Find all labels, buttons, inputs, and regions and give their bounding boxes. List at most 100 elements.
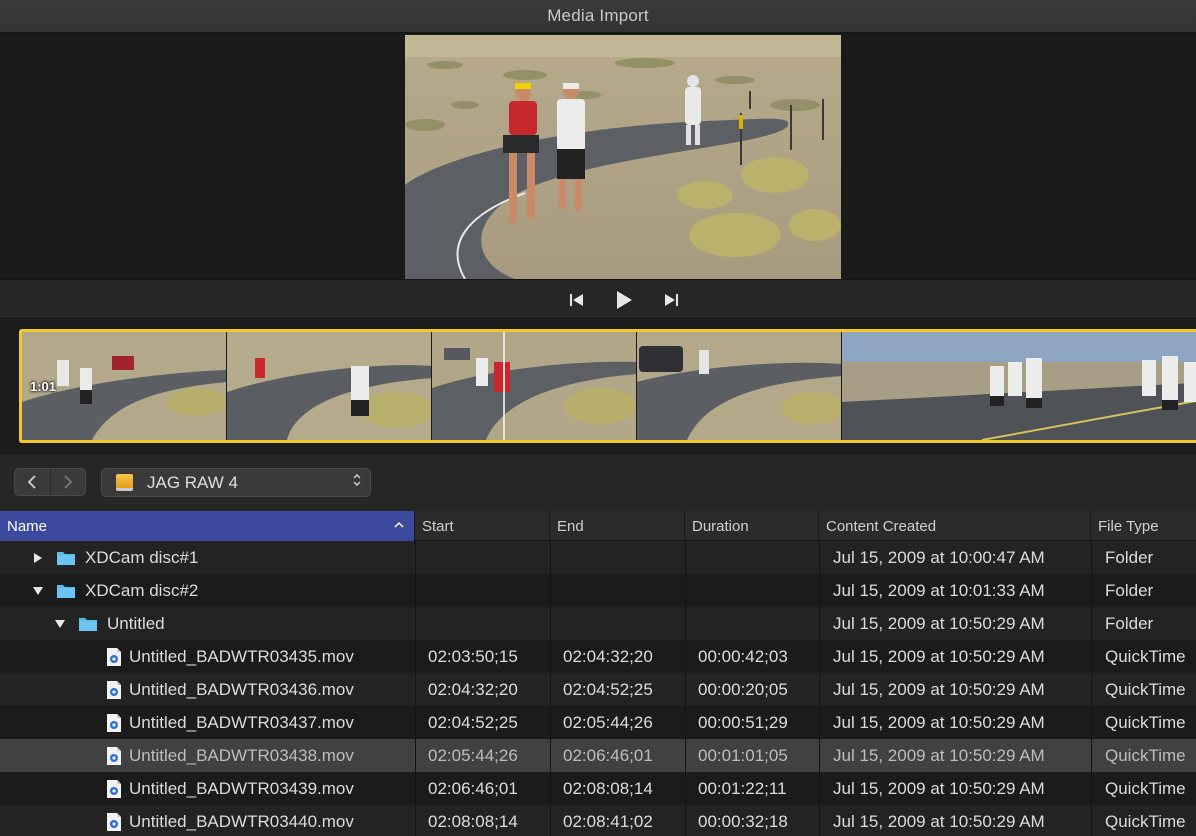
- column-separator: [685, 607, 686, 640]
- file-row[interactable]: Untitled_BADWTR03437.mov 02:04:52;25 02:05…: [0, 706, 1196, 739]
- file-name: Untitled_BADWTR03437.mov: [129, 712, 354, 732]
- quicktime-file-icon: [107, 813, 121, 831]
- column-separator: [415, 739, 416, 772]
- start-timecode: 02:08:08;14: [428, 811, 518, 831]
- column-separator: [1091, 805, 1092, 836]
- column-separator: [1091, 772, 1092, 805]
- table-header: Name Start End Duration Content Created …: [0, 511, 1196, 541]
- end-timecode: 02:04:32;20: [563, 646, 653, 666]
- skip-back-icon: [570, 294, 583, 306]
- filmstrip-playhead[interactable]: [503, 332, 505, 440]
- column-separator: [1091, 739, 1092, 772]
- folder-row[interactable]: Untitled Jul 15, 2009 at 10:50:29 AM Folde…: [0, 607, 1196, 640]
- column-header-start[interactable]: Start: [415, 511, 550, 541]
- column-header-duration[interactable]: Duration: [685, 511, 819, 541]
- column-separator: [819, 739, 820, 772]
- column-separator: [819, 772, 820, 805]
- start-timecode: 02:06:46;01: [428, 778, 518, 798]
- file-row[interactable]: Untitled_BADWTR03435.mov 02:03:50;15 02:04…: [0, 640, 1196, 673]
- column-separator: [550, 805, 551, 836]
- file-type: QuickTime: [1105, 712, 1186, 732]
- column-header-file-type[interactable]: File Type: [1091, 511, 1196, 541]
- file-row[interactable]: Untitled_BADWTR03440.mov 02:08:08;14 02:08…: [0, 805, 1196, 836]
- content-created-date: Jul 15, 2009 at 10:50:29 AM: [833, 811, 1045, 831]
- folder-icon: [79, 618, 97, 631]
- column-separator: [685, 673, 686, 706]
- file-row[interactable]: Untitled_BADWTR03436.mov 02:04:32;20 02:04…: [0, 673, 1196, 706]
- duration-timecode: 00:00:42;03: [698, 646, 788, 666]
- file-name: Untitled_BADWTR03435.mov: [129, 646, 354, 666]
- column-separator: [685, 805, 686, 836]
- filmstrip-frame: 1:01: [22, 332, 227, 440]
- end-timecode: 02:05:44;26: [563, 712, 653, 732]
- disclosure-down-icon[interactable]: [54, 618, 66, 630]
- column-separator: [415, 706, 416, 739]
- sort-ascending-icon: [394, 521, 404, 528]
- column-separator: [685, 706, 686, 739]
- file-name: Untitled_BADWTR03439.mov: [129, 778, 354, 798]
- content-created-date: Jul 15, 2009 at 10:50:29 AM: [833, 646, 1045, 666]
- quicktime-file-icon: [107, 714, 121, 732]
- column-separator: [685, 574, 686, 607]
- filmstrip-frame: [432, 332, 637, 440]
- forward-button[interactable]: [49, 469, 85, 495]
- clip-filmstrip[interactable]: 1:01: [19, 329, 1196, 443]
- column-separator: [819, 673, 820, 706]
- end-timecode: 02:08:41;02: [563, 811, 653, 831]
- play-button[interactable]: [611, 287, 637, 313]
- chevron-right-icon: [64, 475, 73, 489]
- column-separator: [819, 640, 820, 673]
- disclosure-down-icon[interactable]: [32, 585, 44, 597]
- column-separator: [819, 805, 820, 836]
- column-separator: [415, 673, 416, 706]
- folder-row[interactable]: XDCam disc#2 Jul 15, 2009 at 10:01:33 AM F…: [0, 574, 1196, 607]
- column-separator: [550, 607, 551, 640]
- column-separator: [415, 574, 416, 607]
- column-separator: [415, 607, 416, 640]
- column-separator: [1091, 673, 1092, 706]
- folder-row[interactable]: XDCam disc#1 Jul 15, 2009 at 10:00:47 AM F…: [0, 541, 1196, 574]
- skip-back-button[interactable]: [564, 287, 590, 313]
- preview-frame: [405, 35, 841, 279]
- column-separator: [685, 541, 686, 574]
- column-separator: [819, 607, 820, 640]
- column-separator: [415, 772, 416, 805]
- window-title: Media Import: [547, 6, 649, 25]
- file-row[interactable]: Untitled_BADWTR03439.mov 02:06:46;01 02:08…: [0, 772, 1196, 805]
- play-icon: [617, 291, 632, 309]
- start-timecode: 02:04:52;25: [428, 712, 518, 732]
- timecode-label: 1:01: [30, 379, 57, 394]
- content-created-date: Jul 15, 2009 at 10:50:29 AM: [833, 613, 1045, 633]
- column-separator: [415, 541, 416, 574]
- media-file-list: Name Start End Duration Content Created …: [0, 511, 1196, 836]
- file-row[interactable]: Untitled_BADWTR03438.mov 02:05:44;26 02:06…: [0, 739, 1196, 772]
- start-timecode: 02:05:44;26: [428, 745, 518, 765]
- table-body: XDCam disc#1 Jul 15, 2009 at 10:00:47 AM F…: [0, 541, 1196, 836]
- device-popup-menu[interactable]: JAG RAW 4: [101, 468, 371, 497]
- folder-icon: [57, 585, 75, 598]
- disclosure-right-icon[interactable]: [32, 552, 44, 564]
- column-separator: [550, 673, 551, 706]
- start-timecode: 02:03:50;15: [428, 646, 518, 666]
- column-separator: [819, 574, 820, 607]
- skip-forward-icon: [665, 294, 678, 306]
- file-type: QuickTime: [1105, 679, 1186, 699]
- filmstrip-frame: [842, 332, 1196, 440]
- end-timecode: 02:08:08;14: [563, 778, 653, 798]
- column-separator: [1091, 541, 1092, 574]
- column-separator: [415, 640, 416, 673]
- device-name: JAG RAW 4: [147, 472, 238, 492]
- file-type: QuickTime: [1105, 778, 1186, 798]
- file-name: Untitled_BADWTR03440.mov: [129, 811, 354, 831]
- file-name: Untitled_BADWTR03436.mov: [129, 679, 354, 699]
- content-created-date: Jul 15, 2009 at 10:50:29 AM: [833, 745, 1045, 765]
- content-created-date: Jul 15, 2009 at 10:50:29 AM: [833, 679, 1045, 699]
- column-separator: [1091, 574, 1092, 607]
- column-header-end[interactable]: End: [550, 511, 685, 541]
- column-header-name[interactable]: Name: [0, 511, 415, 541]
- column-separator: [550, 739, 551, 772]
- duration-timecode: 00:00:32;18: [698, 811, 788, 831]
- back-button[interactable]: [15, 469, 50, 495]
- skip-forward-button[interactable]: [658, 287, 684, 313]
- column-header-content-created[interactable]: Content Created: [819, 511, 1091, 541]
